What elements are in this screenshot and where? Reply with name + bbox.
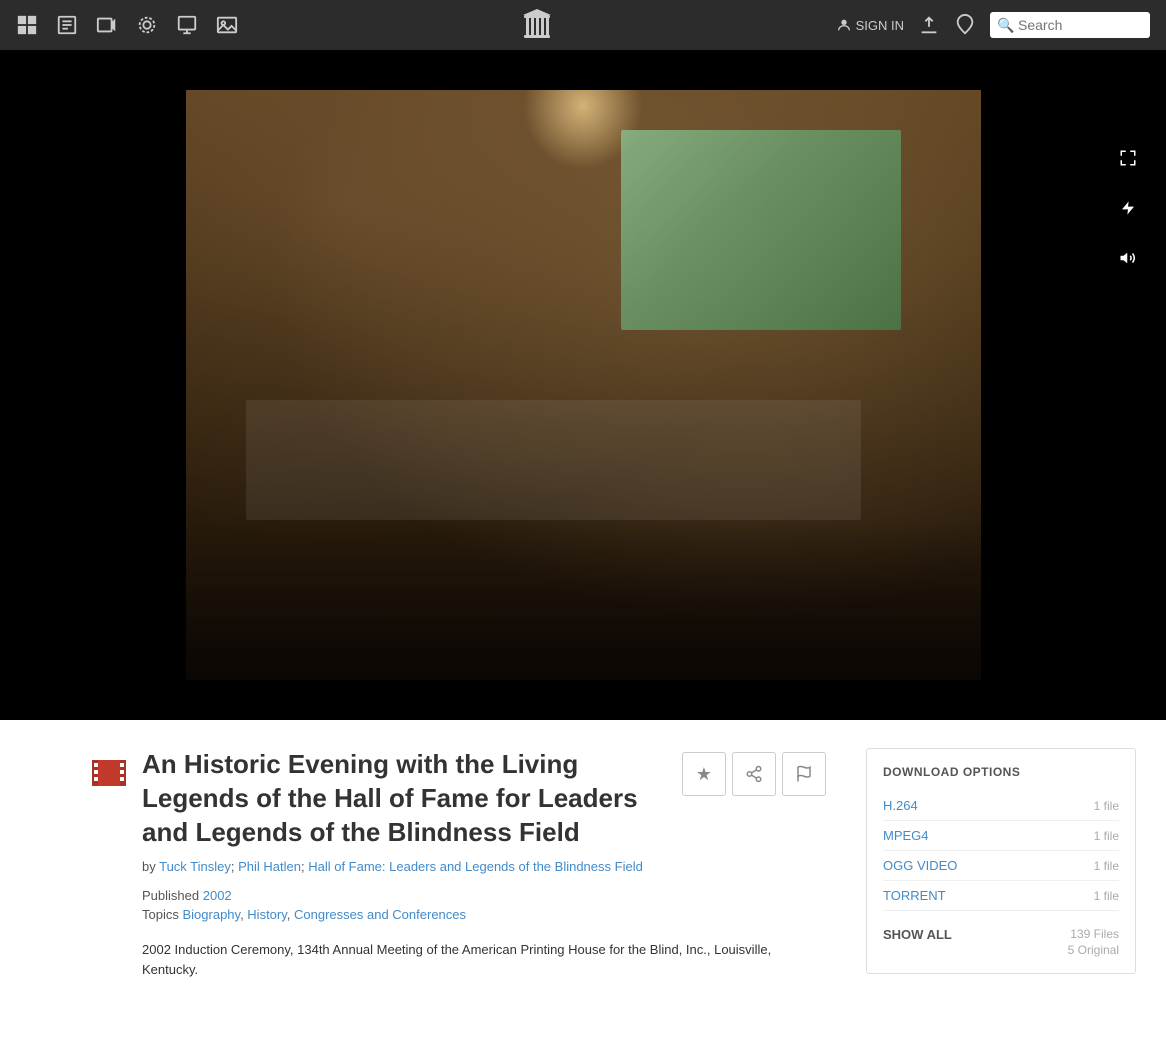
nav-icon-web[interactable]: [16, 14, 38, 36]
topic-history[interactable]: History: [247, 907, 286, 922]
flag-button[interactable]: [782, 752, 826, 796]
video-section: [0, 50, 1166, 720]
favorite-button[interactable]: ★: [682, 752, 726, 796]
download-h264-count: 1 file: [1094, 799, 1119, 813]
video-placeholder: [186, 90, 981, 680]
nav-icon-images[interactable]: [216, 14, 238, 36]
page-title: An Historic Evening with the Living Lege…: [142, 748, 668, 849]
nav-icon-software[interactable]: [176, 14, 198, 36]
nav-donate-icon[interactable]: [954, 14, 976, 36]
download-torrent-count: 1 file: [1094, 889, 1119, 903]
show-all-counts: 139 Files 5 Original: [1068, 927, 1119, 957]
topics-label: Topics: [142, 907, 179, 922]
show-all-link[interactable]: SHOW ALL: [883, 927, 952, 957]
nav-icon-video[interactable]: [96, 14, 118, 36]
nav-icon-texts[interactable]: [56, 14, 78, 36]
share-button[interactable]: [732, 752, 776, 796]
published-year[interactable]: 2002: [203, 888, 232, 903]
download-panel: DOWNLOAD OPTIONS H.264 1 file MPEG4 1 fi…: [866, 748, 1136, 974]
nav-upload-icon[interactable]: [918, 14, 940, 36]
video-controls-side: [1110, 140, 1146, 276]
original-files: 5 Original: [1068, 943, 1119, 957]
left-content: An Historic Evening with the Living Lege…: [90, 748, 826, 1020]
title-row: An Historic Evening with the Living Lege…: [90, 748, 826, 849]
sign-in-button[interactable]: SIGN IN: [836, 17, 904, 33]
download-mpeg4-count: 1 file: [1094, 829, 1119, 843]
authors: by Tuck Tinsley; Phil Hatlen; Hall of Fa…: [142, 859, 826, 874]
author-phil-hatlen[interactable]: Phil Hatlen: [238, 859, 301, 874]
search-wrapper: 🔍: [990, 12, 1150, 38]
published-label: Published: [142, 888, 199, 903]
author-tuck-tinsley[interactable]: Tuck Tinsley: [159, 859, 231, 874]
download-title: DOWNLOAD OPTIONS: [883, 765, 1119, 779]
fullscreen-button[interactable]: [1110, 140, 1146, 176]
topics-row: Topics Biography, History, Congresses an…: [142, 907, 826, 922]
volume-button[interactable]: [1110, 240, 1146, 276]
download-torrent[interactable]: TORRENT: [883, 888, 946, 903]
search-icon: 🔍: [997, 17, 1014, 34]
download-row-mpeg4: MPEG4 1 file: [883, 821, 1119, 851]
navbar: SIGN IN 🔍: [0, 0, 1166, 50]
topic-congresses[interactable]: Congresses and Conferences: [294, 907, 466, 922]
nav-right: SIGN IN 🔍: [836, 12, 1150, 38]
total-files: 139 Files: [1070, 927, 1119, 941]
video-frame[interactable]: [186, 90, 981, 680]
download-mpeg4[interactable]: MPEG4: [883, 828, 929, 843]
download-ogg[interactable]: OGG VIDEO: [883, 858, 957, 873]
nav-icon-audio[interactable]: [136, 14, 158, 36]
flash-button[interactable]: [1110, 190, 1146, 226]
download-row-ogg: OGG VIDEO 1 file: [883, 851, 1119, 881]
nav-logo[interactable]: [256, 7, 818, 43]
topic-biography[interactable]: Biography: [182, 907, 240, 922]
download-row-h264: H.264 1 file: [883, 791, 1119, 821]
film-icon: [90, 754, 128, 797]
show-all-row: SHOW ALL 139 Files 5 Original: [883, 921, 1119, 957]
author-hall-of-fame[interactable]: Hall of Fame: Leaders and Legends of the…: [308, 859, 643, 874]
download-row-torrent: TORRENT 1 file: [883, 881, 1119, 911]
download-ogg-count: 1 file: [1094, 859, 1119, 873]
description: 2002 Induction Ceremony, 134th Annual Me…: [142, 940, 826, 979]
download-h264[interactable]: H.264: [883, 798, 918, 813]
published-row: Published 2002: [142, 888, 826, 903]
action-buttons: ★: [682, 752, 826, 796]
content-area: An Historic Evening with the Living Lege…: [0, 720, 1166, 1060]
